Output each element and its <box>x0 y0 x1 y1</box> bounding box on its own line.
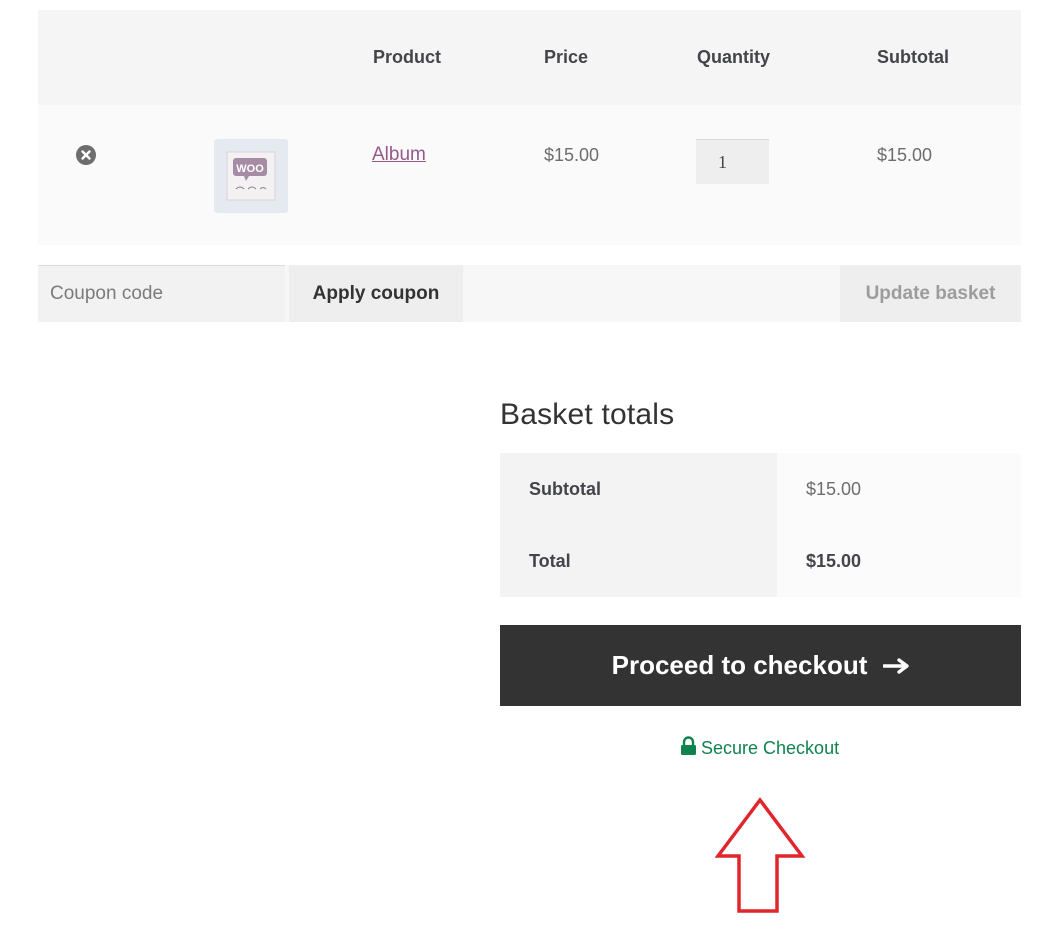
secure-checkout-label: Secure Checkout <box>701 738 840 758</box>
item-subtotal: $15.00 <box>877 145 933 165</box>
total-label: Total <box>529 551 571 571</box>
subtotal-label: Subtotal <box>529 479 601 499</box>
up-arrow-annotation <box>714 797 807 920</box>
subtotal-value: $15.00 <box>806 479 862 499</box>
item-price: $15.00 <box>544 145 600 165</box>
remove-icon[interactable] <box>76 145 96 165</box>
coupon-code-input[interactable] <box>38 265 285 322</box>
cart-table-header <box>38 10 1021 105</box>
totals-row-subtotal: Subtotal $15.00 <box>500 453 1021 525</box>
thumbnail-logo-text: WOO <box>236 163 264 175</box>
update-basket-button[interactable]: Update basket <box>840 265 1021 322</box>
product-thumbnail[interactable]: WOO <box>214 139 288 213</box>
cart-page: Product Price Quantity Subtotal WOO Albu… <box>0 0 1064 930</box>
totals-row-total: Total $15.00 <box>500 525 1021 597</box>
secure-checkout[interactable]: Secure Checkout <box>680 736 839 761</box>
table-row <box>38 105 1021 245</box>
header-quantity: Quantity <box>697 47 771 67</box>
totals-table: Subtotal $15.00 Total $15.00 <box>500 453 1021 597</box>
arrow-right-icon <box>882 650 910 681</box>
header-subtotal: Subtotal <box>877 47 949 67</box>
apply-coupon-button[interactable]: Apply coupon <box>289 265 463 322</box>
proceed-to-checkout-button[interactable]: Proceed to checkout <box>500 625 1021 706</box>
product-link-album[interactable]: Album <box>372 144 426 166</box>
quantity-input[interactable] <box>696 139 769 184</box>
header-price: Price <box>544 47 589 67</box>
checkout-button-label: Proceed to checkout <box>611 650 868 680</box>
lock-icon <box>680 736 697 761</box>
basket-totals-title: Basket totals <box>500 398 675 431</box>
total-value: $15.00 <box>806 551 862 571</box>
header-product: Product <box>373 47 442 67</box>
